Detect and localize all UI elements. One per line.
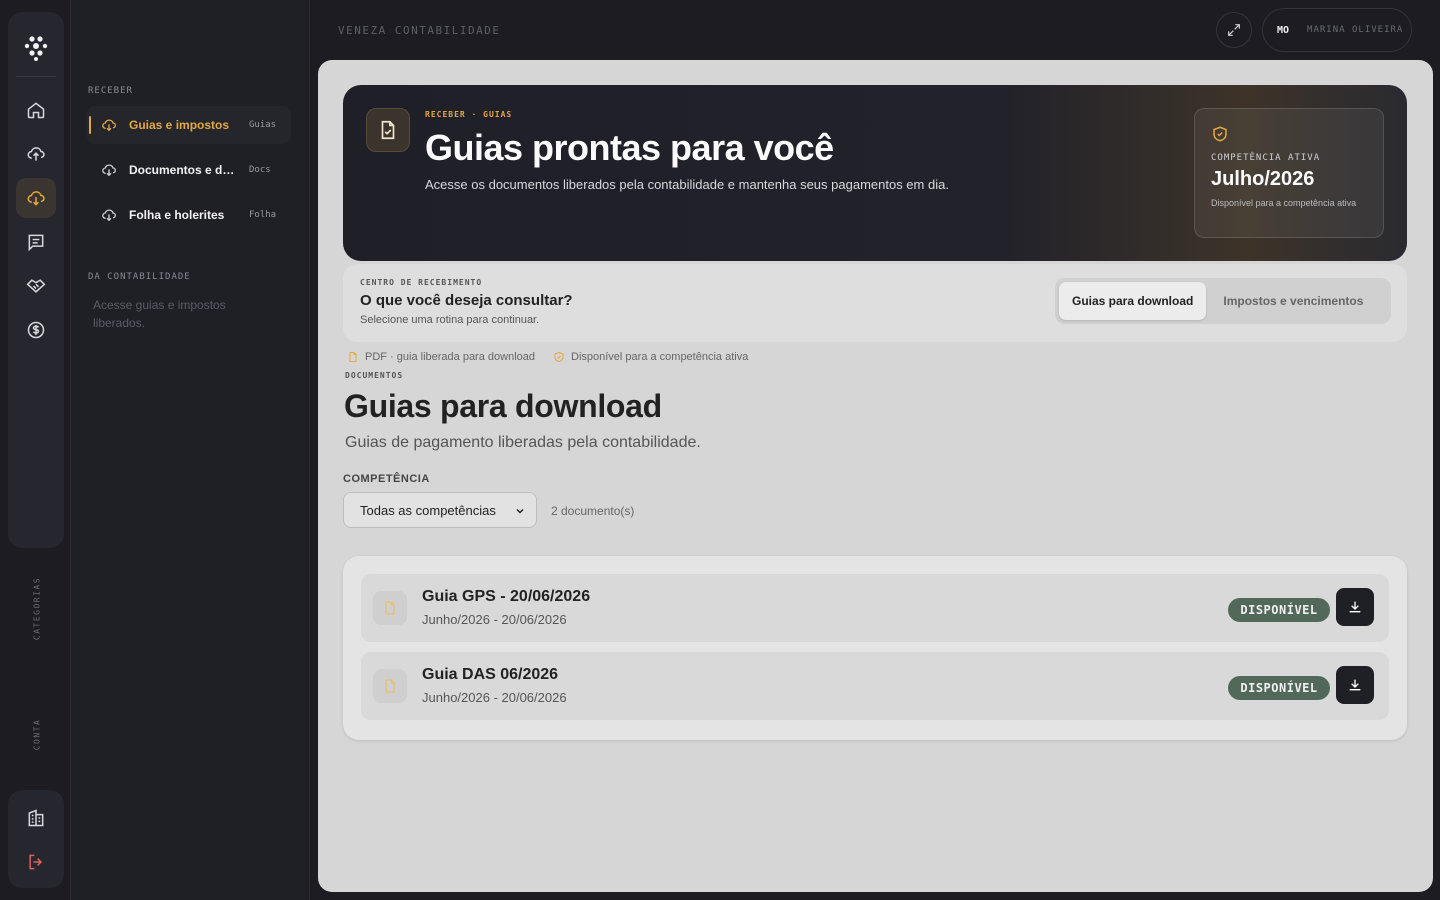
sidebar-item-tag: Guias [249, 120, 277, 130]
cloud-download-icon [101, 207, 117, 223]
user-menu[interactable]: MO MARINA OLIVEIRA [1262, 8, 1412, 52]
sidebar-item-guias[interactable]: Guias e impostos Guias [87, 106, 291, 144]
page-title: Guias prontas para você [425, 127, 834, 168]
list-item: Guia DAS 06/2026 Junho/2026 - 20/06/2026… [361, 652, 1389, 720]
document-subtitle: Junho/2026 - 20/06/2026 [422, 612, 567, 627]
section-title: Guias para download [344, 388, 662, 424]
cloud-download-icon[interactable] [16, 178, 56, 218]
expand-icon [1228, 24, 1240, 36]
competence-value: Julho/2026 [1211, 168, 1315, 190]
cloud-download-icon [101, 117, 117, 133]
sidebar-item-documentos[interactable]: Documentos e declarações Docs [87, 151, 291, 189]
accounting-description: Acesse guias e impostos liberados. [93, 298, 226, 330]
chevron-down-icon [516, 508, 524, 514]
section-title-accounting: DA CONTABILIDADE [88, 272, 191, 282]
file-icon [373, 669, 407, 703]
hero-banner: RECEBER · GUIAS Guias prontas para você … [343, 85, 1407, 261]
competence-select-value: Todas as competências [360, 502, 496, 518]
legend: PDF · guia liberada para download Dispon… [347, 351, 766, 363]
user-initials: MO [1277, 24, 1290, 36]
sidebar-item-folha[interactable]: Folha e holerites Folha [87, 196, 291, 234]
routine-tabs: Guias para download Impostos e venciment… [1055, 278, 1391, 324]
categories-label: CATEGORIAS [32, 576, 42, 641]
handshake-icon[interactable] [16, 266, 56, 306]
shield-icon [554, 351, 564, 363]
competence-note: Disponível para a competência ativa [1211, 198, 1357, 208]
brand-logo-icon[interactable] [8, 26, 64, 70]
reception-center: CENTRO DE RECEBIMENTO O que você deseja … [343, 264, 1407, 342]
download-button[interactable] [1336, 588, 1374, 626]
competence-label: COMPETÊNCIA ATIVA [1211, 153, 1321, 163]
file-icon [373, 591, 407, 625]
building-icon[interactable] [16, 798, 56, 838]
competence-card: COMPETÊNCIA ATIVA Julho/2026 Disponível … [1194, 108, 1384, 238]
document-subtitle: Junho/2026 - 20/06/2026 [422, 690, 567, 705]
section-label: DOCUMENTOS [345, 371, 404, 380]
competence-filter-label: COMPETÊNCIA [343, 473, 430, 485]
company-title: VENEZA CONTABILIDADE [338, 24, 501, 37]
sidebar-item-label: Documentos e declarações [129, 163, 241, 177]
center-subtitle: Selecione uma rotina para continuar. [360, 314, 540, 326]
document-count: 2 documento(s) [551, 504, 635, 518]
center-label: CENTRO DE RECEBIMENTO [360, 278, 483, 287]
sidebar-item-tag: Folha [249, 210, 277, 220]
icon-rail [8, 12, 64, 548]
section-title-receive: RECEBER [88, 86, 133, 96]
cloud-download-icon [101, 162, 117, 178]
sidebar-item-tag: Docs [249, 165, 271, 175]
status-badge: DISPONÍVEL [1228, 676, 1330, 700]
legend-item-pdf: PDF · guia liberada para download [347, 351, 535, 363]
tab-guias-download[interactable]: Guias para download [1059, 282, 1207, 320]
dollar-icon[interactable] [16, 310, 56, 350]
download-icon [1349, 601, 1361, 613]
file-icon [349, 352, 357, 362]
logout-icon[interactable] [16, 842, 56, 882]
page-subtitle: Acesse os documentos liberados pela cont… [425, 177, 949, 192]
home-icon[interactable] [16, 90, 56, 130]
documents-list: Guia GPS - 20/06/2026 Junho/2026 - 20/06… [343, 556, 1407, 740]
main-panel: RECEBER · GUIAS Guias prontas para você … [318, 60, 1433, 892]
breadcrumb: RECEBER · GUIAS [425, 110, 513, 119]
document-title: Guia DAS 06/2026 [422, 666, 559, 683]
status-badge: DISPONÍVEL [1228, 598, 1330, 622]
shield-icon [1211, 125, 1229, 148]
list-item: Guia GPS - 20/06/2026 Junho/2026 - 20/06… [361, 574, 1389, 642]
download-icon [1349, 679, 1361, 691]
secondary-sidebar: RECEBER Guias e impostos Guias Documento… [70, 0, 310, 900]
user-name: MARINA OLIVEIRA [1307, 25, 1404, 35]
sidebar-item-label: Folha e holerites [129, 208, 225, 222]
expand-button[interactable] [1216, 12, 1252, 48]
download-button[interactable] [1336, 666, 1374, 704]
cloud-upload-icon[interactable] [16, 134, 56, 174]
legend-available-text: Disponível para a competência ativa [571, 351, 749, 363]
document-icon [366, 108, 410, 152]
rail-divider [16, 76, 56, 77]
account-label: CONTA [32, 718, 42, 751]
legend-pdf-text: PDF · guia liberada para download [365, 351, 535, 363]
center-title: O que você deseja consultar? [360, 292, 573, 309]
account-rail [8, 790, 64, 888]
tab-impostos-vencimentos[interactable]: Impostos e vencimentos [1210, 282, 1376, 320]
document-title: Guia GPS - 20/06/2026 [422, 588, 591, 605]
section-subtitle: Guias de pagamento liberadas pela contab… [345, 434, 701, 451]
sidebar-item-label: Guias e impostos [129, 118, 230, 132]
message-icon[interactable] [16, 222, 56, 262]
legend-item-available: Disponível para a competência ativa [553, 351, 748, 363]
competence-select[interactable]: Todas as competências [343, 492, 537, 528]
